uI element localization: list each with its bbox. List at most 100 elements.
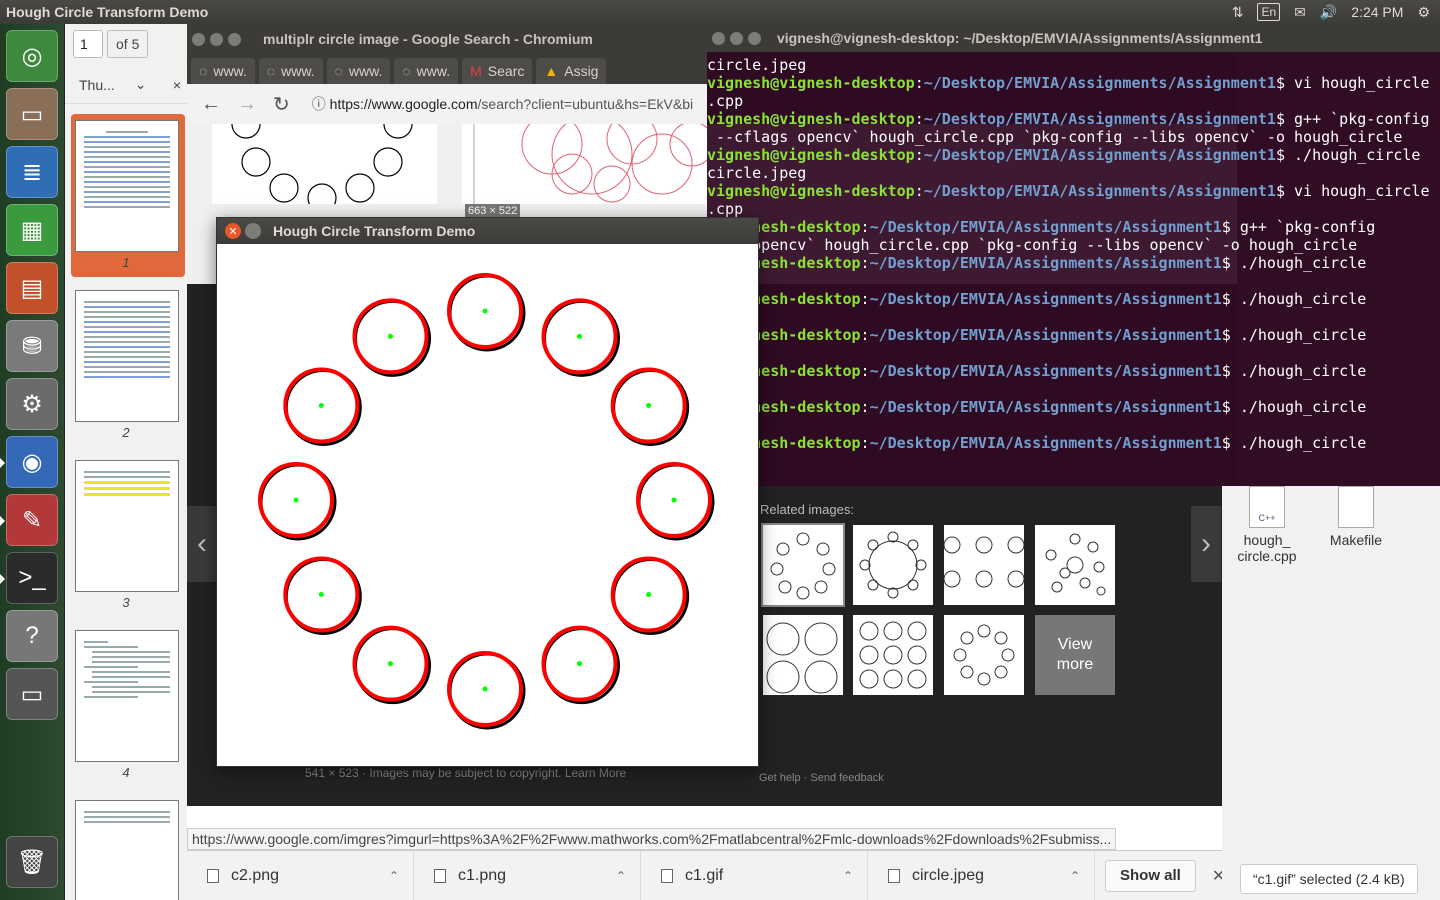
related-image[interactable]	[761, 523, 845, 607]
page-number-input[interactable]: 1	[73, 30, 103, 58]
terminal-line: h@vignesh-desktop:~/Desktop/EMVIA/Assign…	[707, 218, 1376, 236]
volume-icon[interactable]: 🔊	[1320, 4, 1337, 21]
terminal-title: vignesh@vignesh-desktop: ~/Desktop/EMVIA…	[777, 30, 1263, 46]
forward-icon[interactable]: →	[237, 93, 257, 116]
globe-icon: ◌	[199, 63, 208, 79]
minimize-window-icon[interactable]	[730, 31, 743, 45]
download-shelf: c2.png ⌃ c1.png ⌃ c1.gif ⌃ circle.jpeg ⌃…	[187, 850, 1237, 900]
files-icon[interactable]: ▭	[6, 88, 58, 140]
download-item[interactable]: c2.png ⌃	[187, 850, 414, 900]
related-image[interactable]	[853, 525, 933, 605]
page-label: 2	[122, 425, 130, 440]
send-feedback-link[interactable]: Send feedback	[810, 772, 883, 784]
calc-icon[interactable]: ▦	[6, 204, 58, 256]
related-image[interactable]	[944, 525, 1024, 605]
file-name: hough_	[1243, 532, 1291, 548]
maximize-window-icon[interactable]	[748, 31, 761, 45]
active-app-title: Hough Circle Transform Demo	[6, 4, 209, 20]
page-thumbnail[interactable]	[75, 460, 179, 592]
show-all-downloads-button[interactable]: Show all	[1105, 859, 1196, 892]
close-sidebar-icon[interactable]: ×	[173, 77, 181, 93]
terminal-line: .jpeg	[707, 380, 1440, 398]
reload-icon[interactable]: ↻	[273, 92, 290, 117]
clock[interactable]: 2:24 PM	[1351, 4, 1403, 20]
close-window-icon[interactable]	[712, 31, 725, 45]
launcher: ◎ ▭ ≣ ▦ ▤ ⛃ ⚙ ◉ ✎ >_ ? ▭ 🗑	[0, 24, 65, 900]
related-image[interactable]	[853, 615, 933, 695]
related-image[interactable]	[763, 615, 843, 695]
terminal-line	[707, 452, 1440, 470]
globe-icon: ◌	[266, 63, 276, 79]
browser-tab[interactable]: ▲ Assig	[536, 58, 607, 84]
page-thumbnail[interactable]	[75, 290, 179, 422]
browser-tab[interactable]: M Searc	[462, 58, 533, 84]
terminal-window[interactable]: vignesh@vignesh-desktop: ~/Desktop/EMVIA…	[707, 24, 1440, 486]
circle-center-point	[646, 403, 652, 408]
image-meta: 541 × 523 · Images may be subject to cop…	[305, 766, 627, 780]
circle-center-point	[318, 592, 324, 597]
close-icon[interactable]: ✕	[225, 223, 241, 239]
hough-demo-window: ✕ Hough Circle Transform Demo	[216, 217, 759, 767]
chevron-up-icon[interactable]: ⌃	[1070, 869, 1080, 883]
gear-icon[interactable]: ⚙	[1417, 4, 1430, 21]
browser-tab[interactable]: ◌ www.	[258, 58, 323, 84]
document-viewer-toolbar: 1 of 5	[65, 24, 187, 64]
keyboard-layout-indicator[interactable]: En	[1257, 3, 1281, 21]
terminal-line: lags opencv` hough_circle.cpp `pkg-confi…	[707, 236, 1358, 254]
tab-strip: ◌ www. ◌ www. ◌ www. ◌ www. M Searc ▲ Assig	[187, 54, 707, 84]
chevron-up-icon[interactable]: ⌃	[843, 869, 853, 883]
learn-more-link[interactable]: Learn More	[565, 766, 626, 780]
sidebar-mode-selector[interactable]: Thu... ⌄ ×	[65, 66, 187, 104]
terminal-line: h@vignesh-desktop:~/Desktop/EMVIA/Assign…	[707, 398, 1367, 416]
network-arrows-icon[interactable]: ⇅	[1232, 4, 1244, 21]
page-thumbnail[interactable]	[75, 120, 179, 252]
minimize-window-icon[interactable]	[210, 32, 223, 46]
address-bar[interactable]: ⓘ https://www.google.com/search?client=u…	[312, 94, 693, 114]
chevron-right-icon[interactable]: ›	[1191, 506, 1221, 582]
file-item[interactable]: Makefile	[1316, 486, 1396, 548]
related-image[interactable]	[1035, 525, 1115, 605]
removable-drive-icon[interactable]: ▭	[6, 668, 58, 720]
terminal-output[interactable]: circle.jpeg vignesh@vignesh-desktop:~/Des…	[707, 52, 1440, 470]
view-more-button[interactable]: View more	[1035, 615, 1115, 695]
chevron-up-icon[interactable]: ⌃	[616, 869, 626, 883]
get-help-link[interactable]: Get help	[759, 772, 801, 784]
page-thumbnail[interactable]	[75, 800, 179, 900]
detected-circle	[283, 367, 362, 446]
writer-icon[interactable]: ≣	[6, 146, 58, 198]
download-item[interactable]: c1.png ⌃	[414, 850, 641, 900]
related-image[interactable]	[944, 615, 1024, 695]
system-settings-icon[interactable]: ⚙	[6, 378, 58, 430]
related-images-title: Related images:	[760, 502, 854, 517]
info-icon[interactable]: ⓘ	[312, 96, 326, 112]
trash-icon[interactable]: 🗑	[6, 836, 58, 888]
browser-tab[interactable]: ◌ www.	[394, 58, 459, 84]
browser-tab[interactable]: ◌ www.	[191, 58, 255, 84]
back-icon[interactable]: ←	[201, 93, 221, 116]
image-result[interactable]	[212, 109, 437, 213]
detected-circle	[636, 462, 715, 541]
impress-icon[interactable]: ▤	[6, 262, 58, 314]
close-window-icon[interactable]	[192, 32, 205, 46]
page-thumbnail[interactable]	[75, 630, 179, 762]
terminal-icon[interactable]: >_	[0, 552, 58, 604]
browser-tab[interactable]: ◌ www.	[326, 58, 391, 84]
image-result[interactable]	[462, 113, 715, 204]
software-center-icon[interactable]: ⛃	[6, 320, 58, 372]
help-icon[interactable]: ?	[6, 610, 58, 662]
download-item[interactable]: c1.gif ⌃	[641, 850, 868, 900]
minimize-icon[interactable]	[245, 223, 261, 239]
chevron-left-icon[interactable]: ‹	[187, 506, 217, 582]
detected-circle	[447, 273, 526, 352]
mail-icon[interactable]: ✉	[1294, 4, 1306, 21]
document-viewer-icon[interactable]: ✎	[0, 494, 58, 546]
ubuntu-dash-icon[interactable]: ◎	[6, 30, 58, 82]
circle-center-point	[577, 661, 582, 667]
file-item[interactable]: C++ hough_ circle.cpp	[1227, 486, 1307, 564]
circle-center-point	[318, 403, 324, 408]
download-item[interactable]: circle.jpeg ⌃	[868, 850, 1095, 900]
chromium-icon[interactable]: ◉	[0, 436, 58, 488]
maximize-window-icon[interactable]	[228, 32, 241, 46]
chevron-down-icon[interactable]: ⌄	[135, 76, 147, 93]
chevron-up-icon[interactable]: ⌃	[389, 869, 399, 883]
